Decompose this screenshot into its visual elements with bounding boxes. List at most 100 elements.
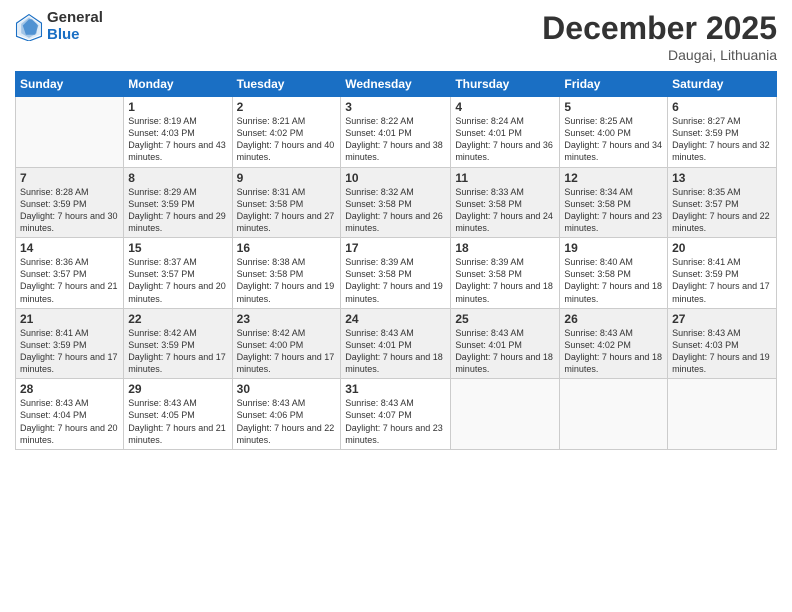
day-number: 14	[20, 241, 119, 255]
day-info: Sunrise: 8:43 AMSunset: 4:07 PMDaylight:…	[345, 397, 446, 446]
title-block: December 2025 Daugai, Lithuania	[542, 10, 777, 63]
col-sunday: Sunday	[16, 72, 124, 97]
table-row: 17Sunrise: 8:39 AMSunset: 3:58 PMDayligh…	[341, 238, 451, 309]
col-tuesday: Tuesday	[232, 72, 341, 97]
logo: General Blue	[15, 10, 103, 43]
col-friday: Friday	[560, 72, 668, 97]
logo-text: General Blue	[47, 10, 103, 43]
day-info: Sunrise: 8:41 AMSunset: 3:59 PMDaylight:…	[20, 327, 119, 376]
day-info: Sunrise: 8:22 AMSunset: 4:01 PMDaylight:…	[345, 115, 446, 164]
day-info: Sunrise: 8:24 AMSunset: 4:01 PMDaylight:…	[455, 115, 555, 164]
table-row: 31Sunrise: 8:43 AMSunset: 4:07 PMDayligh…	[341, 379, 451, 450]
table-row: 30Sunrise: 8:43 AMSunset: 4:06 PMDayligh…	[232, 379, 341, 450]
col-wednesday: Wednesday	[341, 72, 451, 97]
day-info: Sunrise: 8:19 AMSunset: 4:03 PMDaylight:…	[128, 115, 227, 164]
day-info: Sunrise: 8:35 AMSunset: 3:57 PMDaylight:…	[672, 186, 772, 235]
table-row: 1Sunrise: 8:19 AMSunset: 4:03 PMDaylight…	[124, 97, 232, 168]
day-number: 9	[237, 171, 337, 185]
day-info: Sunrise: 8:28 AMSunset: 3:59 PMDaylight:…	[20, 186, 119, 235]
day-info: Sunrise: 8:36 AMSunset: 3:57 PMDaylight:…	[20, 256, 119, 305]
day-info: Sunrise: 8:43 AMSunset: 4:02 PMDaylight:…	[564, 327, 663, 376]
day-info: Sunrise: 8:31 AMSunset: 3:58 PMDaylight:…	[237, 186, 337, 235]
day-number: 30	[237, 382, 337, 396]
table-row: 18Sunrise: 8:39 AMSunset: 3:58 PMDayligh…	[451, 238, 560, 309]
calendar-table: Sunday Monday Tuesday Wednesday Thursday…	[15, 71, 777, 450]
day-number: 29	[128, 382, 227, 396]
day-info: Sunrise: 8:29 AMSunset: 3:59 PMDaylight:…	[128, 186, 227, 235]
day-info: Sunrise: 8:43 AMSunset: 4:04 PMDaylight:…	[20, 397, 119, 446]
table-row: 13Sunrise: 8:35 AMSunset: 3:57 PMDayligh…	[668, 167, 777, 238]
col-monday: Monday	[124, 72, 232, 97]
calendar-week-row: 14Sunrise: 8:36 AMSunset: 3:57 PMDayligh…	[16, 238, 777, 309]
day-info: Sunrise: 8:32 AMSunset: 3:58 PMDaylight:…	[345, 186, 446, 235]
table-row: 28Sunrise: 8:43 AMSunset: 4:04 PMDayligh…	[16, 379, 124, 450]
day-info: Sunrise: 8:39 AMSunset: 3:58 PMDaylight:…	[455, 256, 555, 305]
day-info: Sunrise: 8:40 AMSunset: 3:58 PMDaylight:…	[564, 256, 663, 305]
table-row: 3Sunrise: 8:22 AMSunset: 4:01 PMDaylight…	[341, 97, 451, 168]
table-row	[451, 379, 560, 450]
table-row: 14Sunrise: 8:36 AMSunset: 3:57 PMDayligh…	[16, 238, 124, 309]
day-number: 31	[345, 382, 446, 396]
day-number: 28	[20, 382, 119, 396]
day-number: 10	[345, 171, 446, 185]
table-row: 6Sunrise: 8:27 AMSunset: 3:59 PMDaylight…	[668, 97, 777, 168]
day-info: Sunrise: 8:42 AMSunset: 3:59 PMDaylight:…	[128, 327, 227, 376]
table-row	[560, 379, 668, 450]
day-number: 2	[237, 100, 337, 114]
day-number: 18	[455, 241, 555, 255]
day-info: Sunrise: 8:38 AMSunset: 3:58 PMDaylight:…	[237, 256, 337, 305]
table-row: 25Sunrise: 8:43 AMSunset: 4:01 PMDayligh…	[451, 308, 560, 379]
day-number: 21	[20, 312, 119, 326]
table-row: 21Sunrise: 8:41 AMSunset: 3:59 PMDayligh…	[16, 308, 124, 379]
day-number: 16	[237, 241, 337, 255]
day-number: 27	[672, 312, 772, 326]
table-row: 9Sunrise: 8:31 AMSunset: 3:58 PMDaylight…	[232, 167, 341, 238]
table-row: 26Sunrise: 8:43 AMSunset: 4:02 PMDayligh…	[560, 308, 668, 379]
day-info: Sunrise: 8:25 AMSunset: 4:00 PMDaylight:…	[564, 115, 663, 164]
day-number: 20	[672, 241, 772, 255]
table-row: 27Sunrise: 8:43 AMSunset: 4:03 PMDayligh…	[668, 308, 777, 379]
calendar-week-row: 28Sunrise: 8:43 AMSunset: 4:04 PMDayligh…	[16, 379, 777, 450]
day-info: Sunrise: 8:33 AMSunset: 3:58 PMDaylight:…	[455, 186, 555, 235]
col-saturday: Saturday	[668, 72, 777, 97]
day-number: 7	[20, 171, 119, 185]
day-info: Sunrise: 8:37 AMSunset: 3:57 PMDaylight:…	[128, 256, 227, 305]
calendar-week-row: 1Sunrise: 8:19 AMSunset: 4:03 PMDaylight…	[16, 97, 777, 168]
day-number: 11	[455, 171, 555, 185]
day-number: 13	[672, 171, 772, 185]
table-row: 4Sunrise: 8:24 AMSunset: 4:01 PMDaylight…	[451, 97, 560, 168]
page: General Blue December 2025 Daugai, Lithu…	[0, 0, 792, 612]
day-info: Sunrise: 8:21 AMSunset: 4:02 PMDaylight:…	[237, 115, 337, 164]
table-row: 22Sunrise: 8:42 AMSunset: 3:59 PMDayligh…	[124, 308, 232, 379]
day-number: 25	[455, 312, 555, 326]
day-info: Sunrise: 8:39 AMSunset: 3:58 PMDaylight:…	[345, 256, 446, 305]
table-row: 15Sunrise: 8:37 AMSunset: 3:57 PMDayligh…	[124, 238, 232, 309]
table-row: 5Sunrise: 8:25 AMSunset: 4:00 PMDaylight…	[560, 97, 668, 168]
col-thursday: Thursday	[451, 72, 560, 97]
calendar-week-row: 21Sunrise: 8:41 AMSunset: 3:59 PMDayligh…	[16, 308, 777, 379]
table-row: 16Sunrise: 8:38 AMSunset: 3:58 PMDayligh…	[232, 238, 341, 309]
day-number: 3	[345, 100, 446, 114]
day-number: 1	[128, 100, 227, 114]
table-row: 11Sunrise: 8:33 AMSunset: 3:58 PMDayligh…	[451, 167, 560, 238]
day-number: 15	[128, 241, 227, 255]
month-title: December 2025	[542, 10, 777, 47]
day-number: 17	[345, 241, 446, 255]
day-info: Sunrise: 8:43 AMSunset: 4:03 PMDaylight:…	[672, 327, 772, 376]
table-row: 7Sunrise: 8:28 AMSunset: 3:59 PMDaylight…	[16, 167, 124, 238]
table-row	[668, 379, 777, 450]
table-row: 23Sunrise: 8:42 AMSunset: 4:00 PMDayligh…	[232, 308, 341, 379]
header: General Blue December 2025 Daugai, Lithu…	[15, 10, 777, 63]
day-number: 6	[672, 100, 772, 114]
day-info: Sunrise: 8:43 AMSunset: 4:01 PMDaylight:…	[345, 327, 446, 376]
table-row	[16, 97, 124, 168]
day-number: 5	[564, 100, 663, 114]
logo-general-text: General	[47, 10, 103, 27]
day-info: Sunrise: 8:34 AMSunset: 3:58 PMDaylight:…	[564, 186, 663, 235]
location: Daugai, Lithuania	[542, 47, 777, 63]
day-info: Sunrise: 8:27 AMSunset: 3:59 PMDaylight:…	[672, 115, 772, 164]
table-row: 12Sunrise: 8:34 AMSunset: 3:58 PMDayligh…	[560, 167, 668, 238]
table-row: 24Sunrise: 8:43 AMSunset: 4:01 PMDayligh…	[341, 308, 451, 379]
day-info: Sunrise: 8:41 AMSunset: 3:59 PMDaylight:…	[672, 256, 772, 305]
day-number: 12	[564, 171, 663, 185]
